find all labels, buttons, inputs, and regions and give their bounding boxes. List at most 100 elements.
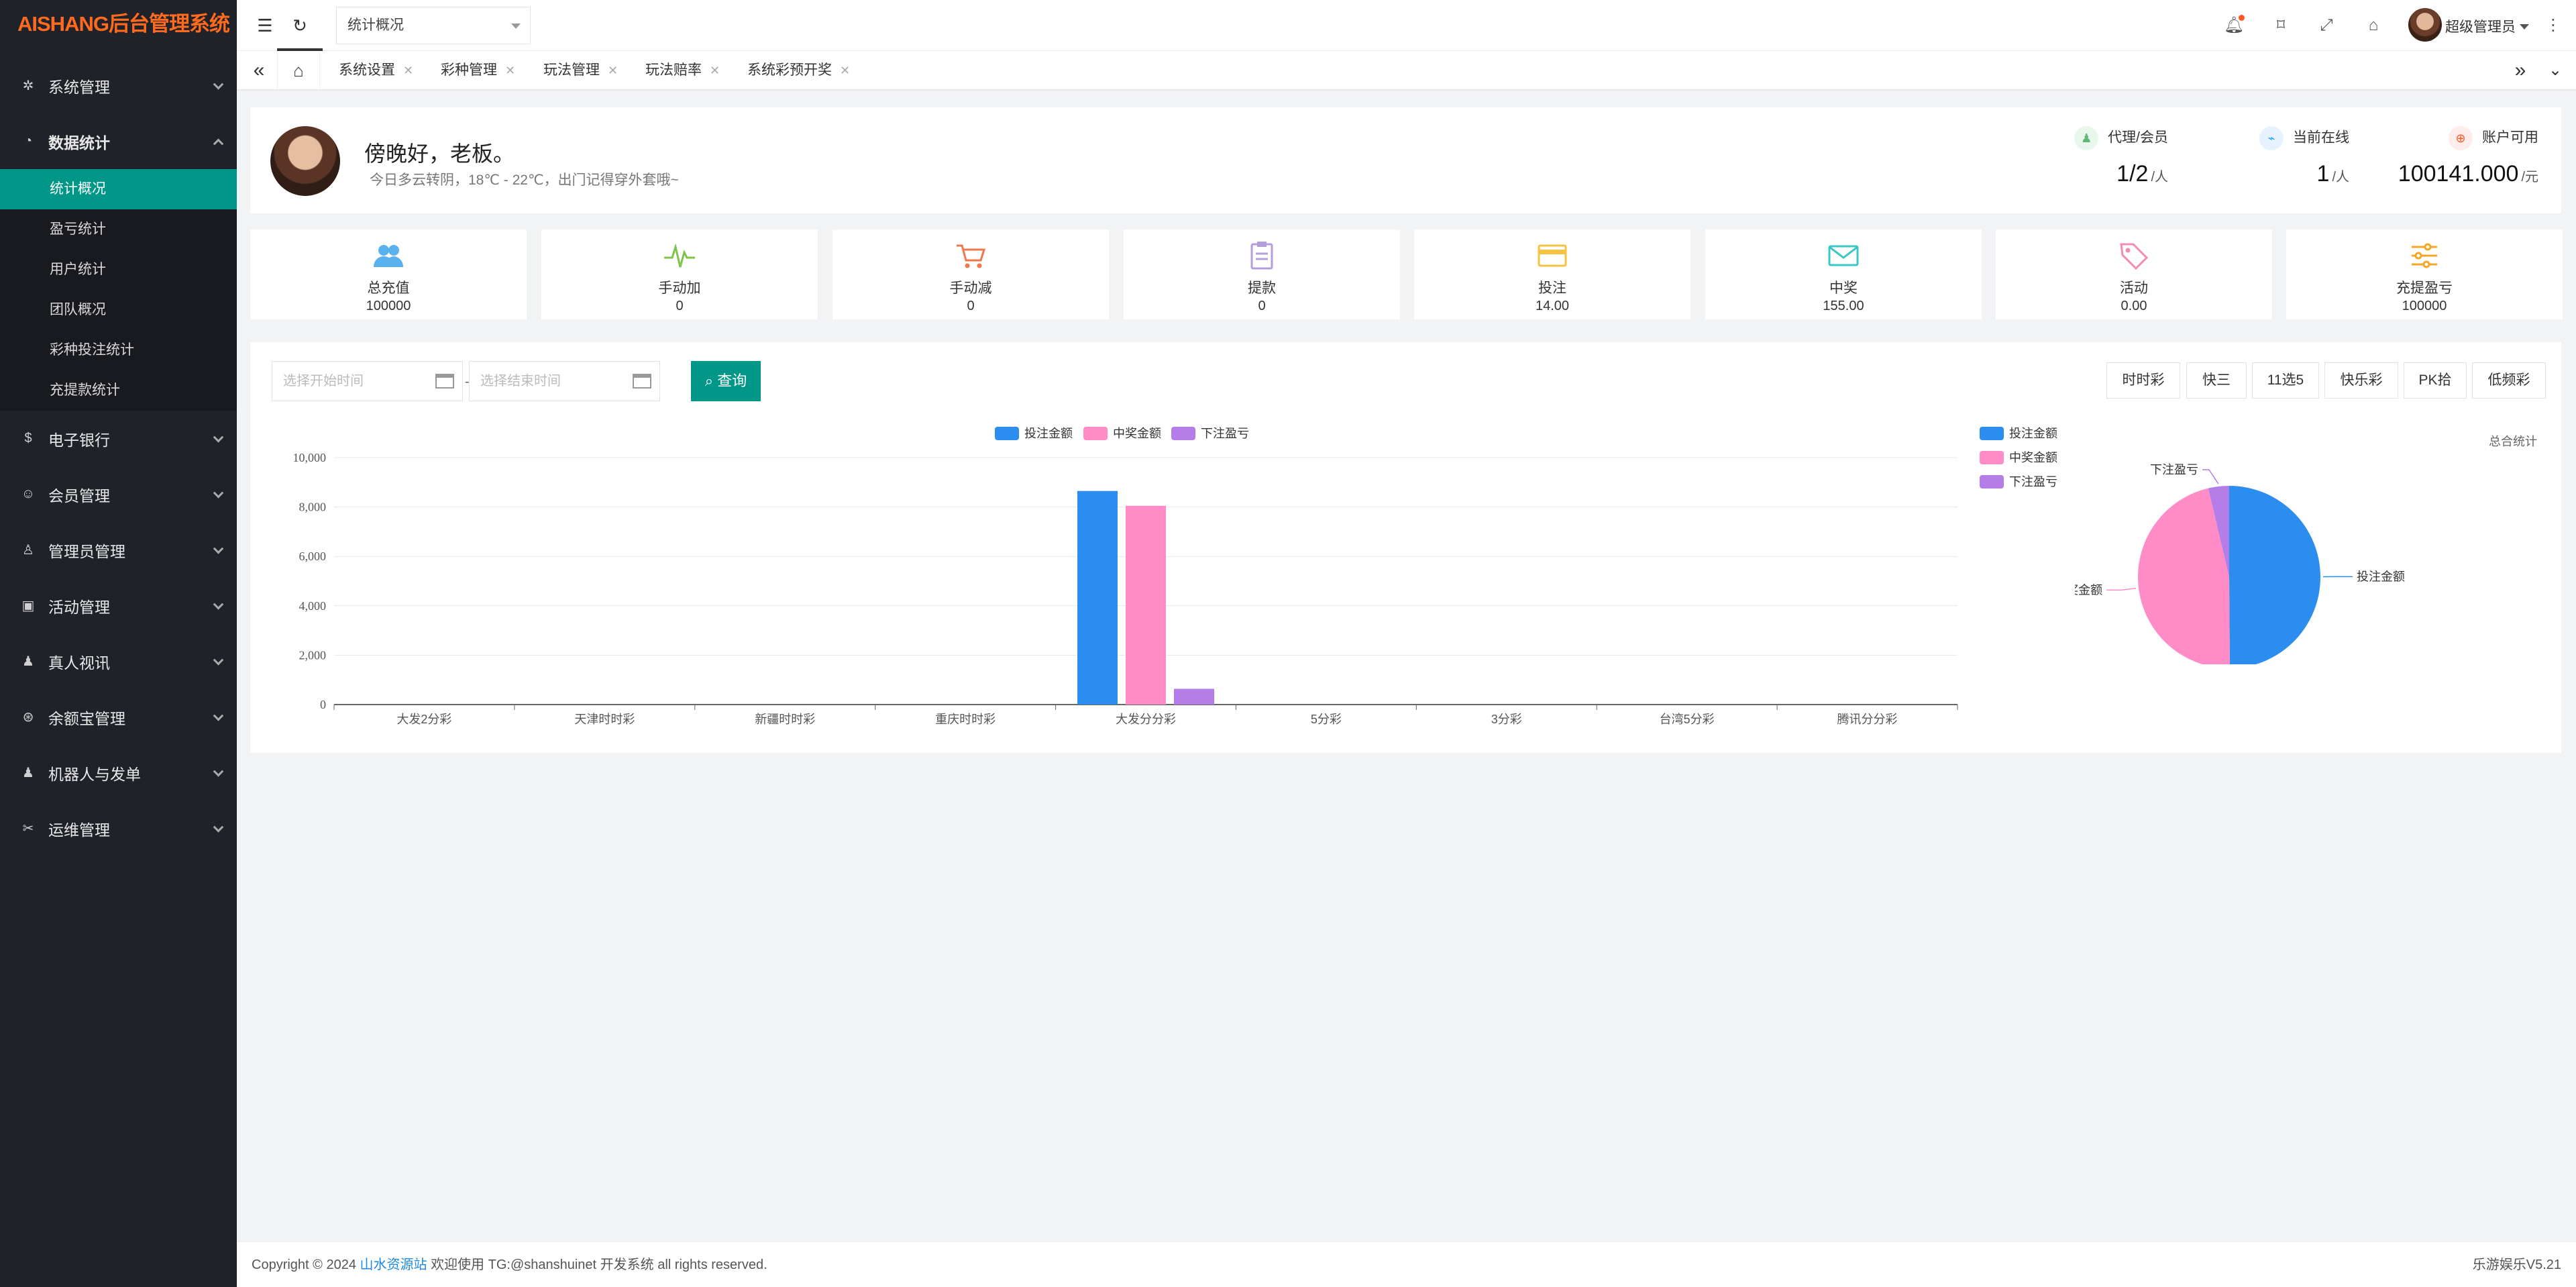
menu-toggle-icon[interactable]: ☰ bbox=[250, 11, 280, 40]
close-icon[interactable]: ✕ bbox=[403, 64, 413, 77]
pie-legend-bet-profit[interactable]: 下注盈亏 bbox=[1980, 472, 2057, 490]
end-date-input[interactable]: 选择结束时间 bbox=[469, 361, 660, 401]
sidebar-subitem-overview[interactable]: 统计概况 bbox=[0, 169, 237, 209]
lottery-11x5-button[interactable]: 11选5 bbox=[2252, 362, 2319, 399]
y-tick-label: 2,000 bbox=[299, 648, 327, 662]
sidebar-item-ebank[interactable]: $ 电子银行 bbox=[0, 411, 237, 466]
card-value: 0 bbox=[967, 299, 975, 313]
query-button[interactable]: ⌕ 查询 bbox=[691, 361, 761, 401]
pulse-icon: ⌁ bbox=[2259, 126, 2284, 150]
card-total-recharge[interactable]: 总充值 100000 bbox=[250, 229, 527, 319]
more-icon[interactable]: ⋮ bbox=[2540, 12, 2567, 39]
tab-label: 系统彩预开奖 bbox=[747, 62, 832, 78]
sidebar-item-members[interactable]: ☺ 会员管理 bbox=[0, 466, 237, 522]
tab-play-manage[interactable]: 玩法管理 ✕ bbox=[543, 51, 618, 90]
card-withdraw[interactable]: 提款 0 bbox=[1124, 229, 1400, 319]
lock-icon[interactable]: ⌂ bbox=[2360, 12, 2387, 39]
stats-submenu: 统计概况 盈亏统计 用户统计 团队概况 彩种投注统计 充提款统计 bbox=[0, 169, 237, 411]
card-label: 手动减 bbox=[949, 280, 992, 296]
tab-system-settings[interactable]: 系统设置 ✕ bbox=[339, 51, 413, 90]
sidebar-subitem-users[interactable]: 用户统计 bbox=[0, 250, 237, 290]
sidebar-item-yuebao[interactable]: ⊛ 余额宝管理 bbox=[0, 689, 237, 745]
sidebar-item-activities[interactable]: ▣ 活动管理 bbox=[0, 578, 237, 633]
page-select-value: 统计概况 bbox=[347, 17, 404, 33]
user-menu[interactable]: 超级管理员 bbox=[2445, 16, 2529, 36]
tab-play-odds[interactable]: 玩法赔率 ✕ bbox=[645, 51, 720, 90]
lottery-pk10-button[interactable]: PK拾 bbox=[2404, 362, 2467, 399]
sidebar-item-robot[interactable]: ♟ 机器人与发单 bbox=[0, 745, 237, 801]
chevron-up-icon bbox=[213, 138, 224, 149]
card-label: 总充值 bbox=[367, 280, 410, 296]
legend-swatch bbox=[1980, 451, 2004, 464]
calendar-icon[interactable] bbox=[435, 374, 454, 389]
notification-dot bbox=[2239, 15, 2245, 21]
footer-site-link[interactable]: 山水资源站 bbox=[360, 1257, 427, 1272]
card-bet[interactable]: 投注 14.00 bbox=[1414, 229, 1690, 319]
footer-text: 欢迎使用 TG:@shanshuinet 开发系统 all rights res… bbox=[431, 1257, 767, 1272]
x-tick-label: 3分彩 bbox=[1491, 713, 1522, 726]
user-icon: ☺ bbox=[21, 486, 36, 501]
lottery-k3-button[interactable]: 快三 bbox=[2186, 362, 2247, 399]
chevron-down-icon bbox=[2520, 24, 2529, 34]
close-icon[interactable]: ✕ bbox=[710, 64, 720, 77]
card-manual-add[interactable]: 手动加 0 bbox=[541, 229, 818, 319]
lottery-klc-button[interactable]: 快乐彩 bbox=[2324, 362, 2398, 399]
sidebar-subitem-deposit-withdraw[interactable]: 充提款统计 bbox=[0, 370, 237, 411]
greeting-panel: 傍晚好，老板。 今日多云转阴，18℃ - 22℃，出门记得穿外套哦~ ♟ 代理/会… bbox=[250, 107, 2561, 213]
sidebar-item-ops[interactable]: ✂ 运维管理 bbox=[0, 801, 237, 856]
stat-value: 1/2 bbox=[2116, 161, 2149, 187]
sidebar-item-system[interactable]: ✲ 系统管理 bbox=[0, 58, 237, 113]
tab-scroll-right-icon[interactable]: » bbox=[2504, 51, 2537, 90]
sidebar-subitem-profit[interactable]: 盈亏统计 bbox=[0, 209, 237, 250]
page-select[interactable]: 统计概况 bbox=[336, 7, 531, 44]
close-icon[interactable]: ✕ bbox=[505, 64, 515, 77]
home-tab-icon[interactable]: ⌂ bbox=[277, 51, 320, 90]
lottery-lowfreq-button[interactable]: 低频彩 bbox=[2472, 362, 2546, 399]
sidebar-item-live-video[interactable]: ♟ 真人视讯 bbox=[0, 633, 237, 689]
sidebar-item-stats[interactable]: ◔ 数据统计 bbox=[0, 113, 237, 169]
users-icon bbox=[374, 245, 403, 267]
stat-value: 1 bbox=[2316, 161, 2330, 187]
tag-icon[interactable]: ⌑ bbox=[2267, 12, 2294, 39]
card-value: 0 bbox=[676, 299, 684, 313]
close-icon[interactable]: ✕ bbox=[840, 64, 850, 77]
fullscreen-icon[interactable]: ⤢ bbox=[2313, 12, 2340, 39]
pie-legend-bet-amount[interactable]: 投注金额 bbox=[1980, 424, 2057, 442]
close-icon[interactable]: ✕ bbox=[608, 64, 618, 77]
start-date-input[interactable]: 选择开始时间 bbox=[272, 361, 463, 401]
tab-scroll-left-icon[interactable]: « bbox=[242, 51, 276, 90]
card-manual-subtract[interactable]: 手动减 0 bbox=[833, 229, 1109, 319]
bell-icon[interactable]: 🔔︎ bbox=[2220, 12, 2247, 39]
chevron-down-icon bbox=[213, 766, 224, 777]
sidebar-item-admins[interactable]: ♙ 管理员管理 bbox=[0, 522, 237, 578]
chevron-down-icon bbox=[213, 431, 224, 443]
refresh-icon[interactable]: ↻ bbox=[285, 11, 315, 40]
tab-pre-draw[interactable]: 系统彩预开奖 ✕ bbox=[747, 51, 850, 90]
avatar[interactable] bbox=[2408, 8, 2442, 42]
legend-label: 中奖金额 bbox=[2009, 451, 2057, 464]
card-activity[interactable]: 活动 0.00 bbox=[1996, 229, 2272, 319]
pie-label-line bbox=[2106, 587, 2137, 591]
pie-legend-win-amount[interactable]: 中奖金额 bbox=[1980, 448, 2057, 466]
chevron-down-icon[interactable]: ⌄ bbox=[2538, 51, 2572, 90]
footer: Copyright © 2024 山水资源站 欢迎使用 TG:@shanshui… bbox=[237, 1241, 2576, 1287]
sidebar-subitem-lottery-bets[interactable]: 彩种投注统计 bbox=[0, 330, 237, 370]
tab-label: 玩法赔率 bbox=[645, 62, 702, 78]
top-header: ☰ ↻ 统计概况 🔔︎ ⌑ ⤢ ⌂ 超级管理员 ⋮ bbox=[237, 0, 2576, 51]
tab-lottery-manage[interactable]: 彩种管理 ✕ bbox=[441, 51, 515, 90]
greeting-subtitle: 今日多云转阴，18℃ - 22℃，出门记得穿外套哦~ bbox=[370, 172, 679, 188]
card-win[interactable]: 中奖 155.00 bbox=[1705, 229, 1982, 319]
bar bbox=[1077, 491, 1118, 705]
end-date-placeholder: 选择结束时间 bbox=[480, 374, 561, 389]
sidebar-item-label: 余额宝管理 bbox=[48, 709, 125, 727]
sidebar-subitem-team[interactable]: 团队概况 bbox=[0, 290, 237, 330]
sidebar-item-label: 管理员管理 bbox=[48, 542, 125, 560]
calendar-icon[interactable] bbox=[633, 374, 651, 389]
admin-icon: ♙ bbox=[22, 543, 34, 558]
gift-icon: ▣ bbox=[21, 599, 35, 613]
app-logo[interactable]: AISHANG后台管理系统 bbox=[0, 0, 237, 51]
wallet-icon: ⊛ bbox=[22, 710, 34, 725]
card-net-profit[interactable]: 充提盈亏 100000 bbox=[2286, 229, 2563, 319]
lottery-ssc-button[interactable]: 时时彩 bbox=[2106, 362, 2180, 399]
tag-icon bbox=[2120, 243, 2149, 270]
